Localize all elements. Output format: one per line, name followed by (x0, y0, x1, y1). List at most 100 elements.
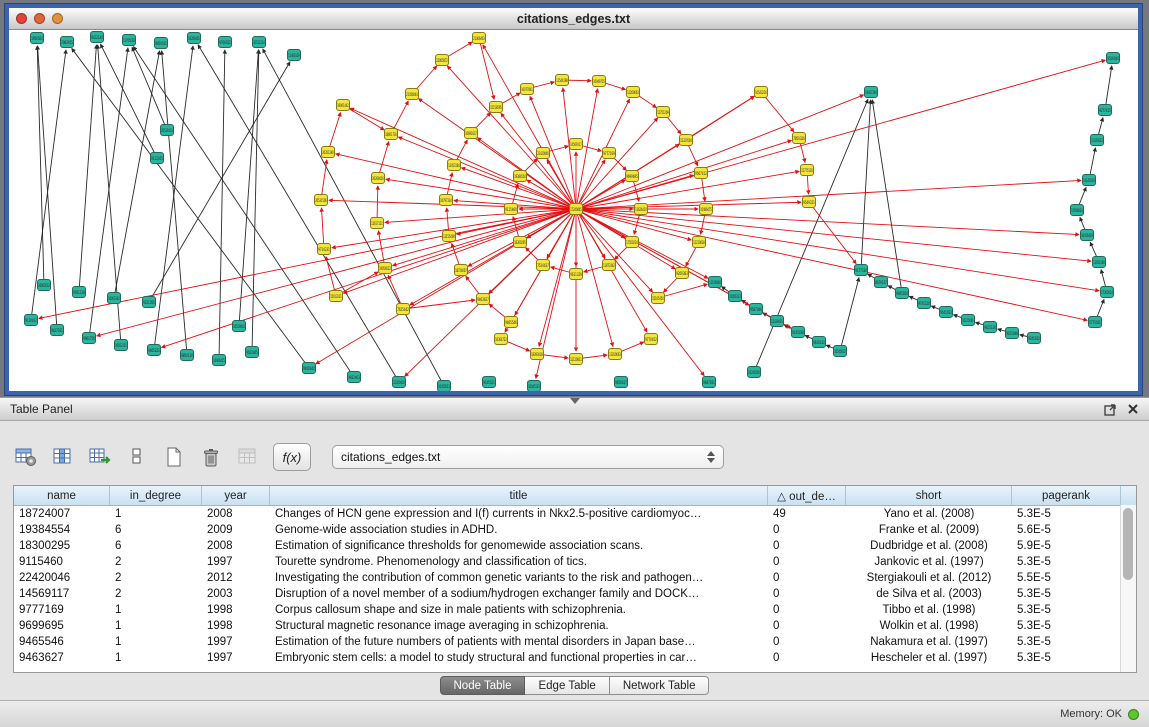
graph-node[interactable]: 19054012 (379, 263, 392, 274)
graph-edge-black[interactable] (219, 50, 225, 360)
graph-node[interactable]: 9105048 (1006, 328, 1019, 339)
show-columns-icon[interactable] (49, 443, 77, 471)
graph-node[interactable]: 9922403 (348, 372, 361, 383)
graph-edge-red[interactable] (321, 208, 324, 249)
graph-edge-black[interactable] (101, 44, 157, 158)
graph-edge-black[interactable] (754, 99, 868, 372)
graph-node[interactable]: 10545032 (834, 346, 847, 357)
graph-node[interactable]: 11544198 (556, 75, 569, 86)
column-header-out_degree[interactable]: △ out_de… (768, 486, 846, 505)
graph-node[interactable]: 10225046 (962, 315, 975, 326)
graph-node[interactable]: 12450416 (393, 377, 406, 388)
graph-node[interactable]: 10266401 (188, 33, 201, 44)
graph-node[interactable]: 18393038 (531, 349, 544, 360)
graph-edge-red[interactable] (403, 300, 475, 309)
graph-node[interactable]: 16364722 (495, 334, 508, 345)
graph-node[interactable]: 9115460 (505, 204, 518, 215)
graph-node[interactable]: 20531506 (315, 195, 328, 206)
graph-node[interactable]: 9022465 (246, 347, 259, 358)
graph-edge-red[interactable] (576, 209, 1079, 235)
graph-node[interactable]: 12120811 (570, 354, 583, 365)
graph-node[interactable]: 9422144 (91, 32, 104, 43)
graph-node[interactable]: 17550234 (626, 237, 639, 248)
graph-node[interactable]: 12617121 (371, 218, 384, 229)
graph-edge-red[interactable] (761, 92, 794, 132)
graph-edge-black[interactable] (1105, 66, 1112, 110)
graph-node[interactable]: 9465546 (505, 317, 518, 328)
graph-node[interactable]: 9177530 (855, 265, 868, 276)
graph-node[interactable]: 17305024 (1101, 287, 1114, 298)
graph-node[interactable]: 15013221 (330, 291, 343, 302)
graph-node[interactable]: 20268416 (372, 173, 385, 184)
graph-node[interactable]: 9745120 (918, 298, 931, 309)
graph-node[interactable]: 11106048 (709, 277, 722, 288)
graph-node[interactable]: 22005872 (436, 55, 449, 66)
graph-node[interactable]: 19001442 (337, 100, 350, 111)
column-header-in_degree[interactable]: in_degree (110, 486, 202, 505)
graph-node[interactable]: 12430425 (771, 316, 784, 327)
table-row[interactable]: 946554611997Estimation of the future num… (14, 634, 1136, 650)
graph-node[interactable]: 9145038 (792, 327, 805, 338)
graph-edge-red[interactable] (479, 38, 494, 99)
network-canvas-svg[interactable]: 1724084511626410175502341187334296113297… (9, 30, 1138, 391)
graph-edge-red[interactable] (576, 95, 864, 209)
graph-edge-red[interactable] (385, 209, 576, 222)
graph-node[interactable]: 9200383 (676, 268, 689, 279)
graph-edge-red[interactable] (576, 209, 1091, 261)
graph-node[interactable]: 9541033 (940, 307, 953, 318)
graph-node[interactable]: 18601730 (385, 129, 398, 140)
minimize-button[interactable] (34, 13, 45, 24)
graph-node[interactable]: 1956504 (31, 33, 44, 44)
graph-node[interactable]: 9463627 (477, 294, 490, 305)
graph-node[interactable]: 9854130 (181, 350, 194, 361)
graph-node[interactable]: 9516044 (1107, 53, 1120, 64)
graph-node[interactable]: 9415120 (984, 322, 997, 333)
graph-node[interactable]: 9777169 (603, 148, 616, 159)
graph-node[interactable]: 10056123 (729, 291, 742, 302)
graph-edge-red[interactable] (809, 202, 856, 264)
graph-node[interactable]: 10486475 (700, 204, 713, 215)
graph-node[interactable]: 11705038 (123, 35, 136, 46)
graph-edge-black[interactable] (198, 45, 399, 382)
graph-node[interactable]: 11626410 (635, 204, 648, 215)
table-row[interactable]: 1456911722003Disruption of a novel membe… (14, 586, 1136, 602)
delete-column-icon[interactable] (197, 443, 225, 471)
graph-node[interactable]: 9277415 (1099, 105, 1112, 116)
column-header-pagerank[interactable]: pagerank (1012, 486, 1121, 505)
graph-edge-red[interactable] (527, 180, 576, 209)
graph-node[interactable]: 10511234 (253, 37, 266, 48)
graph-edge-red[interactable] (321, 160, 327, 200)
graph-node[interactable]: 9587046 (750, 304, 763, 315)
graph-node[interactable]: 8679147 (875, 277, 888, 288)
graph-node[interactable]: 20351340 (322, 147, 335, 158)
graph-edge-black[interactable] (149, 62, 290, 302)
column-header-year[interactable]: year (202, 486, 270, 505)
graph-node[interactable]: 10077841 (521, 84, 534, 95)
table-row[interactable]: 969969511998Structural magnetic resonanc… (14, 618, 1136, 634)
graph-node[interactable]: 10949725 (593, 76, 606, 87)
graph-node[interactable]: 10543216 (755, 87, 768, 98)
graph-node[interactable]: 9770452 (645, 334, 658, 345)
table-row[interactable]: 977716911998Corpus callosum shape and si… (14, 602, 1136, 618)
graph-node[interactable]: 22420046 (537, 148, 550, 159)
float-panel-icon[interactable] (1104, 403, 1117, 416)
graph-node[interactable]: 12751209 (657, 107, 670, 118)
graph-node[interactable]: 9112165 (151, 153, 164, 164)
graph-node[interactable]: 10245056 (748, 367, 761, 378)
graph-node[interactable]: 9450031 (155, 38, 168, 49)
graph-node[interactable]: 17240845 (570, 204, 583, 215)
graph-node[interactable]: 18300295 (514, 237, 527, 248)
column-header-title[interactable]: title (270, 486, 768, 505)
graph-edge-red[interactable] (419, 99, 576, 209)
graph-node[interactable]: 9427161 (51, 325, 64, 336)
graph-edge-red[interactable] (576, 60, 1105, 209)
panel-grip-icon[interactable] (570, 398, 580, 404)
graph-edge-red[interactable] (658, 284, 707, 298)
graph-edge-black[interactable] (79, 45, 96, 292)
graph-node[interactable]: 9465221 (148, 345, 161, 356)
table-mode-icon[interactable] (12, 443, 40, 471)
graph-node[interactable]: 20531014 (161, 125, 174, 136)
graph-edge-red[interactable] (576, 209, 704, 376)
graph-node[interactable]: 9221056 (143, 297, 156, 308)
column-header-name[interactable]: name (14, 486, 110, 505)
